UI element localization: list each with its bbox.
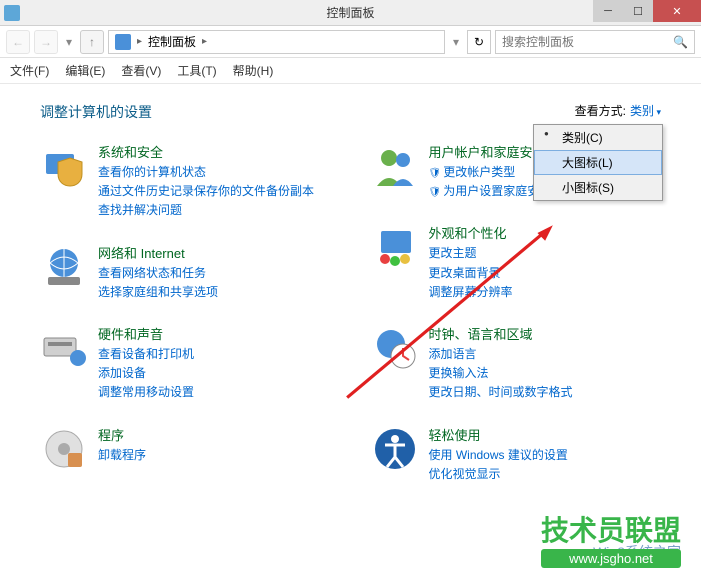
category-title[interactable]: 硬件和声音 (98, 324, 331, 343)
category-title[interactable]: 程序 (98, 425, 331, 444)
dropdown-item-small-icons[interactable]: 小图标(S) (534, 175, 662, 200)
category-link[interactable]: 优化视觉显示 (429, 465, 662, 484)
category-clock-language: 时钟、语言和区域 添加语言 更换输入法 更改日期、时间或数字格式 (371, 324, 662, 403)
category-link[interactable]: 添加语言 (429, 345, 662, 364)
category-title[interactable]: 网络和 Internet (98, 243, 331, 262)
network-icon (40, 243, 88, 291)
breadcrumb-dropdown-icon[interactable]: ▾ (449, 30, 463, 54)
menu-file[interactable]: 文件(F) (10, 62, 49, 79)
title-bar: 控制面板 ─ ☐ ✕ (0, 0, 701, 26)
appearance-icon (371, 223, 419, 271)
category-link[interactable]: 查找并解决问题 (98, 201, 331, 220)
watermark-main: 技术员联盟 (541, 509, 681, 549)
view-by-label: 查看方式: (575, 102, 626, 119)
category-link[interactable]: 调整常用移动设置 (98, 383, 331, 402)
left-column: 系统和安全 查看你的计算机状态 通过文件历史记录保存你的文件备份副本 查找并解决… (40, 142, 331, 484)
dropdown-item-large-icons[interactable]: 大图标(L) (534, 150, 662, 175)
close-button[interactable]: ✕ (653, 0, 701, 22)
category-title[interactable]: 轻松使用 (429, 425, 662, 444)
ease-of-access-icon (371, 425, 419, 473)
category-link[interactable]: 卸载程序 (98, 446, 331, 465)
category-link[interactable]: 使用 Windows 建议的设置 (429, 446, 662, 465)
watermark: 技术员联盟 www.jsgho.net (541, 509, 681, 568)
category-title[interactable]: 外观和个性化 (429, 223, 662, 242)
up-button[interactable]: ↑ (80, 30, 104, 54)
dropdown-item-category[interactable]: 类别(C) (534, 125, 662, 150)
hardware-icon (40, 324, 88, 372)
minimize-button[interactable]: ─ (593, 0, 623, 22)
nav-bar: ← → ▾ ↑ ▸ 控制面板 ▸ ▾ ↻ 🔍 (0, 26, 701, 58)
breadcrumb[interactable]: ▸ 控制面板 ▸ (108, 30, 445, 54)
history-dropdown-icon[interactable]: ▾ (62, 30, 76, 54)
chevron-right-icon: ▸ (202, 36, 207, 47)
maximize-button[interactable]: ☐ (623, 0, 653, 22)
category-link[interactable]: 更改日期、时间或数字格式 (429, 383, 662, 402)
category-title[interactable]: 系统和安全 (98, 142, 331, 161)
menu-bar: 文件(F) 编辑(E) 查看(V) 工具(T) 帮助(H) (0, 58, 701, 84)
search-box[interactable]: 🔍 (495, 30, 695, 54)
category-link[interactable]: 更换输入法 (429, 364, 662, 383)
menu-help[interactable]: 帮助(H) (233, 62, 274, 79)
view-by-dropdown: 类别(C) 大图标(L) 小图标(S) (533, 124, 663, 201)
watermark-sub: www.jsgho.net (541, 549, 681, 568)
category-link[interactable]: 查看网络状态和任务 (98, 264, 331, 283)
forward-button[interactable]: → (34, 30, 58, 54)
clock-icon (371, 324, 419, 372)
window-controls: ─ ☐ ✕ (593, 0, 701, 22)
search-icon[interactable]: 🔍 (673, 35, 688, 49)
category-system-security: 系统和安全 查看你的计算机状态 通过文件历史记录保存你的文件备份副本 查找并解决… (40, 142, 331, 221)
category-link[interactable]: 添加设备 (98, 364, 331, 383)
page-title: 调整计算机的设置 (40, 102, 661, 122)
user-accounts-icon (371, 142, 419, 190)
category-programs: 程序 卸载程序 (40, 425, 331, 473)
programs-icon (40, 425, 88, 473)
category-title[interactable]: 时钟、语言和区域 (429, 324, 662, 343)
category-link[interactable]: 调整屏幕分辨率 (429, 283, 662, 302)
menu-view[interactable]: 查看(V) (121, 62, 161, 79)
category-link[interactable]: 查看你的计算机状态 (98, 163, 331, 182)
view-by-value[interactable]: 类别 (630, 102, 661, 119)
category-hardware: 硬件和声音 查看设备和打印机 添加设备 调整常用移动设置 (40, 324, 331, 403)
chevron-right-icon: ▸ (137, 36, 142, 47)
control-panel-icon (115, 34, 131, 50)
category-network: 网络和 Internet 查看网络状态和任务 选择家庭组和共享选项 (40, 243, 331, 302)
breadcrumb-current[interactable]: 控制面板 (148, 33, 196, 50)
window-title: 控制面板 (326, 4, 374, 21)
category-link[interactable]: 更改桌面背景 (429, 264, 662, 283)
menu-tools[interactable]: 工具(T) (177, 62, 216, 79)
refresh-button[interactable]: ↻ (467, 30, 491, 54)
category-appearance: 外观和个性化 更改主题 更改桌面背景 调整屏幕分辨率 (371, 223, 662, 302)
view-by: 查看方式: 类别 (575, 102, 661, 119)
category-link[interactable]: 通过文件历史记录保存你的文件备份副本 (98, 182, 331, 201)
system-icon (4, 5, 20, 21)
system-security-icon (40, 142, 88, 190)
category-link[interactable]: 选择家庭组和共享选项 (98, 283, 331, 302)
search-input[interactable] (502, 35, 673, 49)
category-link[interactable]: 查看设备和打印机 (98, 345, 331, 364)
menu-edit[interactable]: 编辑(E) (65, 62, 105, 79)
back-button[interactable]: ← (6, 30, 30, 54)
category-link[interactable]: 更改主题 (429, 244, 662, 263)
category-ease-of-access: 轻松使用 使用 Windows 建议的设置 优化视觉显示 (371, 425, 662, 484)
content-area: 调整计算机的设置 查看方式: 类别 类别(C) 大图标(L) 小图标(S) 系统… (0, 84, 701, 502)
